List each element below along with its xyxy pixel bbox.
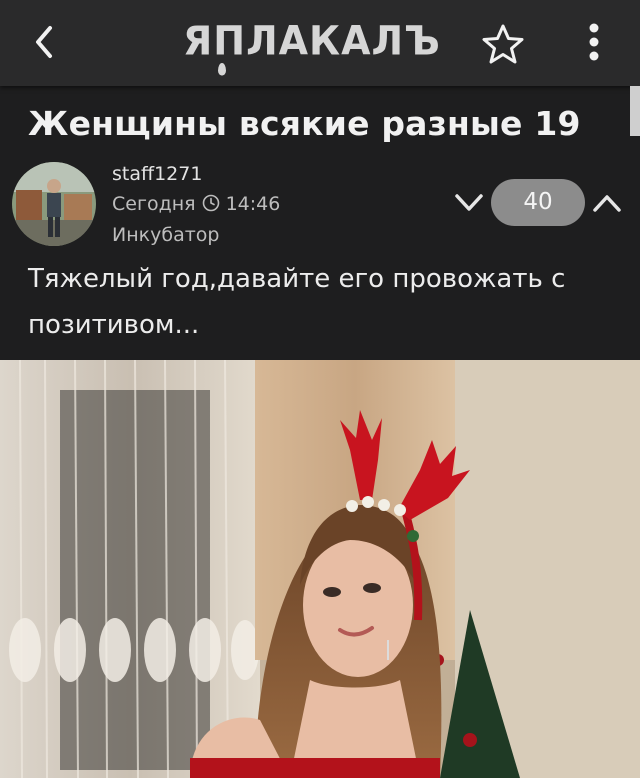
clock-icon [202,194,219,212]
chevron-left-icon [36,26,52,58]
logo-drop [218,63,226,76]
vote-up-button[interactable] [590,188,624,218]
post-date: Сегодня [112,193,196,215]
post-photo [0,360,640,778]
more-options-button[interactable] [576,20,612,64]
vote-down-button[interactable] [452,188,486,218]
avatar-image [12,162,96,246]
top-app-bar: ЯПЛАКАЛЪ [0,0,640,86]
chevron-up-icon [593,195,621,212]
rating-badge: 40 [491,179,585,226]
scrollbar-thumb[interactable] [630,86,640,136]
back-button[interactable] [26,22,66,62]
author-name[interactable]: staff1271 [112,163,202,185]
favorite-button[interactable] [480,22,526,66]
author-avatar[interactable] [12,162,96,246]
star-outline-icon [482,24,524,64]
site-logo[interactable]: ЯПЛАКАЛЪ [183,17,453,76]
post-image[interactable] [0,360,640,778]
post-section[interactable]: Инкубатор [112,224,219,246]
post-body-text: Тяжелый год,давайте его провожать с пози… [28,264,566,340]
chevron-down-icon [455,194,483,211]
post-title: Женщины всякие разные 19 [28,104,581,143]
logo-text: ЯПЛАКАЛЪ [183,17,441,65]
post-time: 14:46 [225,193,281,215]
post-datetime: Сегодня 14:46 [112,193,280,215]
more-vertical-icon [589,23,599,61]
